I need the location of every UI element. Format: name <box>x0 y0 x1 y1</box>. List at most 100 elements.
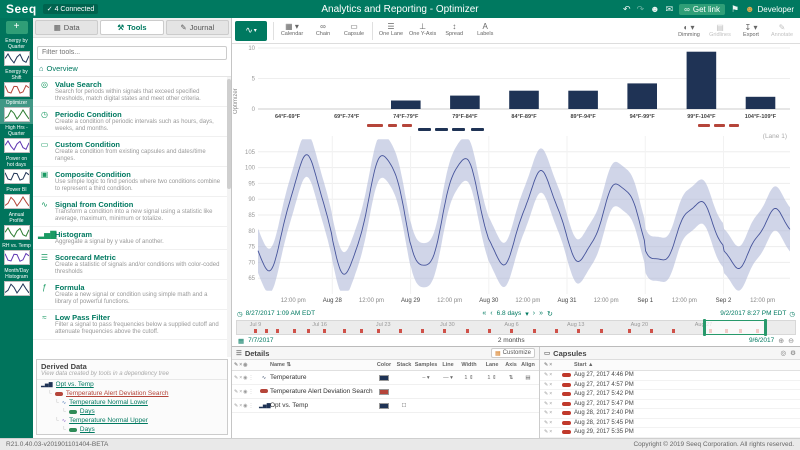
color-swatch[interactable] <box>374 375 394 381</box>
pencil-icon[interactable]: ✎ <box>544 362 548 368</box>
gridlines-button[interactable]: ▤Gridlines <box>705 23 735 38</box>
pencil-icon[interactable]: ✎ <box>544 391 548 397</box>
timeline-end[interactable]: 9/6/2017 <box>749 337 774 344</box>
tool-item-custom-condition[interactable]: ▭Custom ConditionCreate a condition from… <box>33 137 231 167</box>
zoom-in-icon[interactable]: ⊕ <box>778 337 784 345</box>
remove-icon[interactable]: × <box>239 375 242 381</box>
timeline-start[interactable]: 7/7/2017 <box>248 337 273 344</box>
timeline-selection-handle-right[interactable] <box>764 319 767 336</box>
eye-icon[interactable]: ◉ <box>243 389 247 395</box>
developer-menu[interactable]: ☻ Developer <box>745 4 794 14</box>
timeline[interactable]: Jul 9Jul 16Jul 23Jul 30Aug 6Aug 13Aug 20… <box>236 320 796 335</box>
view-selector-button[interactable]: ∿ ▾ <box>235 21 267 41</box>
search-icon[interactable]: ◎ <box>781 349 787 357</box>
remove-icon[interactable]: × <box>549 391 552 397</box>
capsule-row[interactable]: ✎×Aug 28, 2017 2:40 PM <box>540 409 800 419</box>
labels-button[interactable]: ALabels <box>470 22 500 40</box>
details-col-line[interactable]: Line <box>439 362 457 368</box>
dimming-button[interactable]: ◐ ▾Dimming <box>674 23 704 38</box>
filter-tools-input[interactable] <box>37 46 227 60</box>
details-col-stack[interactable]: Stack <box>395 362 413 368</box>
step-forward-fast-icon[interactable]: » <box>539 310 543 317</box>
eye-icon[interactable]: ◉ <box>243 403 247 409</box>
details-row-opt-vs-temp[interactable]: ✎×◉⋮▂▅▇Opt vs. Temp☐ <box>232 399 539 413</box>
remove-icon[interactable]: × <box>239 403 242 409</box>
more-icon[interactable]: ⋮ <box>249 403 254 409</box>
details-col-axis[interactable]: Axis <box>504 362 518 368</box>
remove-icon[interactable]: × <box>549 382 552 388</box>
derived-item-days[interactable]: └Days <box>37 407 227 416</box>
derived-item-temperature-normal-lower[interactable]: └∿Temperature Normal Lower <box>37 398 227 407</box>
customize-button[interactable]: ▦ Customize <box>491 348 535 358</box>
color-swatch[interactable] <box>374 403 394 409</box>
tool-item-periodic-condition[interactable]: ◷Periodic ConditionCreate a condition of… <box>33 107 231 137</box>
redo-icon[interactable]: ↷ <box>637 4 645 15</box>
pencil-icon[interactable]: ✎ <box>544 429 548 435</box>
remove-icon[interactable]: × <box>549 410 552 416</box>
worksheet-item-power-bi[interactable]: Power BI <box>0 186 33 211</box>
step-back-icon[interactable]: ‹ <box>490 310 492 317</box>
pencil-icon[interactable]: ✎ <box>234 375 238 381</box>
line-style-select[interactable]: — ▾ <box>439 375 457 381</box>
range-start[interactable]: 8/27/2017 1:09 AM EDT <box>246 310 315 317</box>
step-forward-icon[interactable]: › <box>533 310 535 317</box>
seeq-logo[interactable]: Seeq <box>6 2 37 16</box>
tool-item-signal-from-condition[interactable]: ∿Signal from ConditionTransform a condit… <box>33 197 231 227</box>
remove-icon[interactable]: × <box>239 362 242 368</box>
message-icon[interactable]: ✉ <box>666 4 674 15</box>
worksheet-item-month-day-histogram[interactable]: Month/Day Histogram <box>0 267 33 298</box>
users-icon[interactable]: ☻ <box>650 4 659 14</box>
calendar-button[interactable]: ▦ ▾Calendar <box>277 22 307 40</box>
tools-scrollbar-thumb[interactable] <box>227 79 231 189</box>
details-col-lane[interactable]: Lane <box>481 362 503 368</box>
timeline-selection-handle-left[interactable] <box>703 319 706 336</box>
zoom-out-icon[interactable]: ⊖ <box>788 337 794 345</box>
tools-scrollbar[interactable] <box>227 77 231 358</box>
details-col-width[interactable]: Width <box>458 362 480 368</box>
derived-item-opt-vs-temp[interactable]: ▂▅▇Opt vs. Temp <box>37 380 227 389</box>
connection-status-badge[interactable]: ✓ 4 Connected <box>43 4 99 14</box>
worksheet-item-energy-by-quarter[interactable]: Energy by Quarter <box>0 37 33 68</box>
remove-icon[interactable]: × <box>239 389 242 395</box>
eye-icon[interactable]: ◉ <box>243 375 247 381</box>
align-control[interactable]: ▤ <box>519 375 537 381</box>
tab-journal[interactable]: ✎Journal <box>166 20 229 35</box>
derived-item-temperature-alert-deviation-search[interactable]: └Temperature Alert Deviation Search <box>37 389 227 398</box>
worksheet-item-high-hrs-quarter[interactable]: High Hrs - Quarter <box>0 124 33 155</box>
details-col-color[interactable]: Color <box>374 362 394 368</box>
spread-button[interactable]: ↕Spread <box>439 22 469 40</box>
worksheet-item-annual-profile[interactable]: Annual Profile <box>0 211 33 242</box>
new-worksheet-button[interactable]: + <box>6 21 28 34</box>
pencil-icon[interactable]: ✎ <box>234 403 238 409</box>
gear-icon[interactable]: ⚙ <box>790 349 796 357</box>
trend-chart[interactable]: (Lane 1) 65707580859095100105 <box>232 132 800 298</box>
timeline-duration[interactable]: 2 months <box>277 337 744 344</box>
capsules-col-start[interactable]: Start ▲ <box>574 362 796 368</box>
remove-icon[interactable]: × <box>549 372 552 378</box>
annotate-button[interactable]: ✎Annotate <box>767 23 797 38</box>
details-col-align[interactable]: Align <box>519 362 537 368</box>
range-end[interactable]: 9/2/2017 8:27 PM EDT <box>720 310 786 317</box>
eye-icon[interactable]: ◉ <box>243 362 247 368</box>
timeline-selection[interactable] <box>704 320 766 335</box>
notifications-icon[interactable]: ⚑ <box>731 4 739 15</box>
capsule-row[interactable]: ✎×Aug 28, 2017 5:45 PM <box>540 419 800 429</box>
pencil-icon[interactable]: ✎ <box>544 420 548 426</box>
pencil-icon[interactable]: ✎ <box>234 362 238 368</box>
tool-item-histogram[interactable]: ▂▅▇HistogramAggregate a signal by y valu… <box>33 227 231 250</box>
range-duration[interactable]: 6.8 days <box>497 310 522 317</box>
worksheet-item-energy-by-shift[interactable]: Energy by Shift <box>0 68 33 99</box>
samples-select[interactable]: – ▾ <box>414 375 438 381</box>
tool-item-composite-condition[interactable]: ▣Composite ConditionUse simple logic to … <box>33 167 231 197</box>
derived-item-days[interactable]: └Days <box>37 425 227 434</box>
capsule-row[interactable]: ✎×Aug 27, 2017 4:46 PM <box>540 371 800 381</box>
width-stepper[interactable]: 1 ⇕ <box>458 375 480 381</box>
remove-icon[interactable]: × <box>549 420 552 426</box>
worksheet-item-optimizer[interactable]: Optimizer <box>0 99 33 124</box>
tool-item-scorecard-metric[interactable]: ☰Scorecard MetricCreate a statistic of s… <box>33 250 231 280</box>
details-row-temperature-alert-deviation-search[interactable]: ✎×◉⋮Temperature Alert Deviation Search <box>232 385 539 399</box>
one-lane-button[interactable]: ☰One Lane <box>376 22 406 40</box>
duration-caret-icon[interactable]: ▾ <box>525 310 529 318</box>
export-button[interactable]: ↧ ▾Export <box>736 23 766 38</box>
pencil-icon[interactable]: ✎ <box>234 389 238 395</box>
